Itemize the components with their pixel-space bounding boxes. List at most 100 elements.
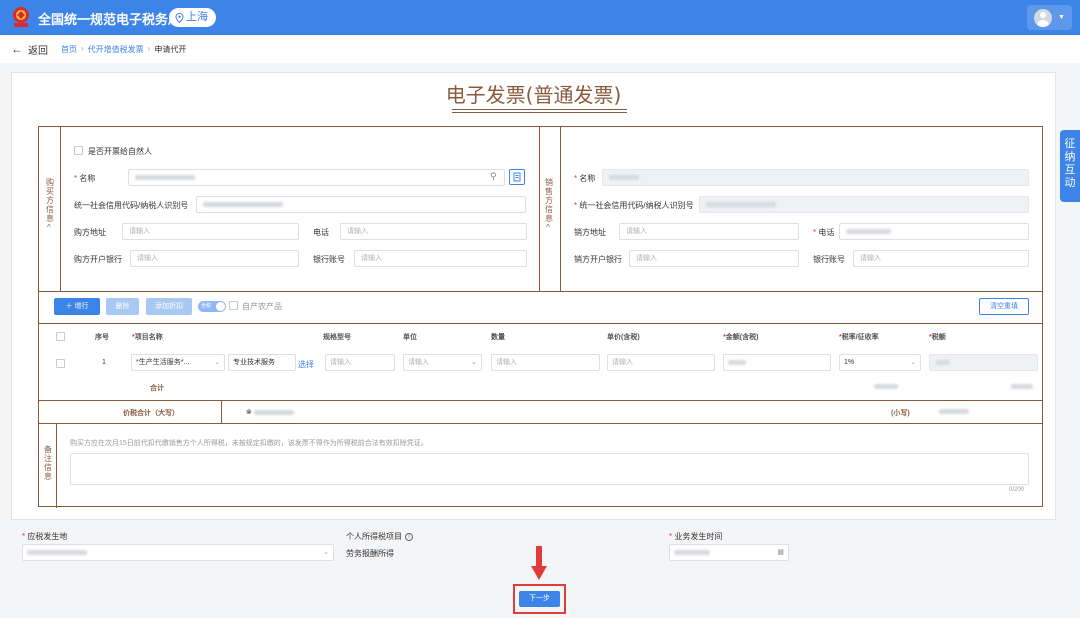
buyer-account-input[interactable]: 请输入 [354, 250, 527, 267]
seller-address-input[interactable]: 请输入 [619, 223, 799, 240]
business-time-picker[interactable]: ▦ [669, 544, 789, 561]
breadcrumb-home[interactable]: 首页 [61, 44, 77, 55]
pointer-arrow-icon [531, 546, 547, 580]
remarks-section-label: 备注信息 [44, 445, 52, 481]
remarks-textarea[interactable] [70, 453, 1029, 485]
next-button-highlight: 下一步 [513, 584, 566, 614]
back-button[interactable]: ← 返回 [11, 42, 48, 57]
buyer-name-input[interactable] [128, 169, 505, 186]
row-checkbox[interactable] [56, 359, 65, 368]
col-tax: *税额 [929, 334, 946, 341]
invoice-card: 电子发票(普通发票) 购买方信息 ^ 是否开票给自然人 * 名称 ⚲ 统一社会信… [11, 72, 1056, 520]
top-bar: 全国统一规范电子税务局 上海 ▼ [0, 0, 1080, 35]
seller-phone-input[interactable] [839, 223, 1029, 240]
qty-input[interactable]: 请输入 [491, 354, 600, 371]
tax-location-label: * 应税发生地 [22, 532, 68, 541]
select-link[interactable]: 选择 [298, 359, 314, 370]
price-input[interactable]: 请输入 [607, 354, 715, 371]
price-total-label: 价税合计（大写） [123, 410, 179, 417]
divider [39, 400, 1042, 401]
seller-account-input[interactable]: 请输入 [853, 250, 1029, 267]
natural-person-checkbox[interactable] [74, 146, 83, 155]
tax-included-toggle[interactable]: 含税 [198, 301, 226, 312]
col-tax-rate: *税率/征收率 [839, 334, 879, 341]
invoice-frame: 购买方信息 ^ 是否开票给自然人 * 名称 ⚲ 统一社会信用代码/纳税人识别号 … [38, 126, 1043, 508]
divider [560, 127, 561, 291]
col-qty: 数量 [491, 334, 505, 341]
tax-amount-field [929, 354, 1038, 371]
buyer-list-button[interactable] [509, 169, 525, 185]
nav-bar: ← 返回 首页 › 代开增值税发票 › 申请代开 [0, 35, 1080, 63]
total-amount [874, 383, 898, 390]
buyer-address-input[interactable]: 请输入 [122, 223, 299, 240]
search-icon[interactable]: ⚲ [490, 171, 497, 182]
region-selector[interactable]: 上海 [169, 8, 216, 27]
col-unit: 单位 [403, 334, 417, 341]
income-item-label: 个人所得税项目 i [346, 531, 413, 542]
price-total-uppercase: ⊗ [246, 408, 294, 416]
clear-button[interactable]: 清空重填 [979, 298, 1029, 315]
seller-phone-label: * 电话 [813, 228, 835, 237]
col-index: 序号 [95, 334, 109, 341]
info-icon[interactable]: i [405, 532, 413, 541]
remarks-counter: 0/200 [1009, 487, 1025, 493]
next-button[interactable]: 下一步 [519, 591, 560, 607]
seller-address-label: 销方地址 [574, 228, 606, 237]
col-price: 单价(含税) [607, 334, 640, 341]
amount-input[interactable] [723, 354, 831, 371]
buyer-bank-label: 购方开户银行 [74, 255, 122, 264]
divider [39, 323, 1042, 324]
collapse-icon[interactable]: ^ [47, 223, 51, 232]
side-tab-interaction[interactable]: 征纳互动 [1060, 130, 1080, 202]
remarks-note: 购买方应在次月15日前代扣代缴销售方个人所得税，未按规定扣缴的，该发票不得作为所… [70, 440, 428, 447]
col-item-name: *项目名称 [132, 334, 163, 341]
divider [221, 400, 222, 423]
tax-emblem-icon [13, 7, 29, 27]
buyer-section-label: 购买方信息 [46, 178, 54, 223]
breadcrumb-invoice[interactable]: 代开增值税发票 [88, 44, 144, 55]
back-label: 返回 [28, 45, 48, 57]
buyer-bank-input[interactable]: 请输入 [130, 250, 299, 267]
spec-input[interactable]: 请输入 [325, 354, 395, 371]
income-item-value: 劳务报酬所得 [346, 549, 394, 558]
collapse-icon[interactable]: ^ [546, 223, 550, 232]
divider [39, 423, 1042, 424]
add-row-button[interactable]: ＋ 增行 [54, 298, 100, 315]
title-underline [452, 112, 627, 113]
seller-name-input [602, 169, 1029, 186]
seller-bank-input[interactable]: 请输入 [629, 250, 799, 267]
seller-taxid-label: * 统一社会信用代码/纳税人识别号 [574, 201, 694, 210]
row-index: 1 [102, 359, 106, 366]
farm-product-checkbox[interactable] [229, 301, 238, 310]
total-tax [1011, 383, 1033, 390]
divider [39, 291, 1042, 292]
breadcrumb-current: 申请代开 [154, 44, 187, 54]
site-title: 全国统一规范电子税务局 [38, 12, 182, 27]
delete-button[interactable]: 删除 [106, 298, 139, 315]
item-name-select[interactable]: *生产生活服务*... ⌄ [131, 354, 225, 371]
tax-rate-select[interactable]: 1% ⌄ [839, 354, 921, 371]
user-menu[interactable]: ▼ [1027, 5, 1072, 30]
total-label: 合计 [150, 385, 164, 392]
select-all-checkbox[interactable] [56, 332, 65, 341]
price-total-number [939, 408, 969, 415]
buyer-taxid-input[interactable] [196, 196, 526, 213]
add-discount-button[interactable]: 添加折扣 [146, 298, 192, 315]
caret-down-icon: ▼ [1058, 14, 1065, 21]
calendar-icon: ▦ [777, 549, 784, 556]
tax-location-select[interactable]: ⌄ [22, 544, 334, 561]
buyer-name-label: * 名称 [74, 174, 96, 183]
buyer-phone-input[interactable]: 请输入 [340, 223, 527, 240]
col-spec: 规格型号 [323, 334, 351, 341]
arrow-left-icon: ← [11, 42, 23, 56]
seller-section-label: 销售方信息 [545, 178, 553, 223]
toggle-label: 含税 [201, 303, 212, 309]
divider [539, 127, 540, 291]
seller-bank-label: 销方开户银行 [574, 255, 622, 264]
divider [56, 423, 57, 508]
unit-select[interactable]: 请输入 ⌄ [403, 354, 482, 371]
document-icon [513, 172, 521, 182]
service-field[interactable]: 专业技术服务 [228, 354, 296, 371]
breadcrumb-separator: › [81, 43, 84, 53]
region-label: 上海 [186, 11, 208, 23]
